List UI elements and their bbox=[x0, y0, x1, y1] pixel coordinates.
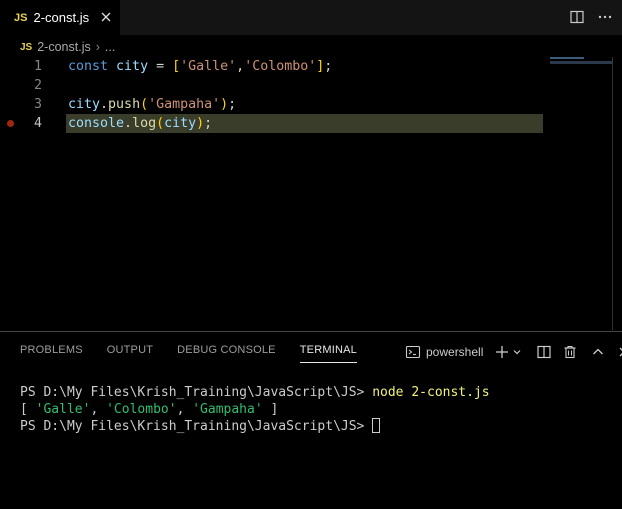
terminal-line: PS D:\My Files\Krish_Training\JavaScript… bbox=[20, 418, 490, 435]
panel-tabs: PROBLEMS OUTPUT DEBUG CONSOLE TERMINAL bbox=[20, 344, 381, 363]
tab-label: 2-const.js bbox=[33, 10, 90, 25]
terminal-line: PS D:\My Files\Krish_Training\JavaScript… bbox=[20, 385, 490, 400]
terminal-line: [ 'Galle', 'Colombo', 'Gampaha' ] bbox=[20, 402, 279, 417]
split-terminal-icon[interactable] bbox=[535, 343, 553, 361]
terminal-output[interactable]: PS D:\My Files\Krish_Training\JavaScript… bbox=[20, 384, 490, 435]
editor-actions bbox=[568, 8, 614, 26]
minimap-line bbox=[550, 57, 584, 59]
tab-2-const-js[interactable]: JS 2-const.js bbox=[0, 0, 120, 35]
tab-output[interactable]: OUTPUT bbox=[107, 344, 153, 363]
close-icon[interactable] bbox=[98, 9, 114, 25]
js-file-icon: JS bbox=[14, 11, 28, 24]
terminal-shell-selector[interactable]: powershell bbox=[426, 345, 483, 359]
code-text: const city = ['Galle','Colombo']; bbox=[68, 59, 333, 74]
breadcrumb-separator: › bbox=[95, 40, 100, 54]
editor-scrollbar[interactable] bbox=[612, 57, 613, 330]
terminal-icon bbox=[404, 343, 422, 361]
line-number: 2 bbox=[33, 78, 42, 93]
code-line: 1 const city = ['Galle','Colombo']; bbox=[0, 57, 612, 76]
breadcrumb: JS 2-const.js › ... bbox=[20, 38, 115, 56]
code-line-current: 4 console.log(city); bbox=[0, 114, 612, 133]
tab-terminal[interactable]: TERMINAL bbox=[299, 344, 357, 363]
panel-actions: powershell bbox=[404, 343, 622, 361]
tab-bar: JS 2-const.js bbox=[0, 0, 622, 35]
code-line: 2 bbox=[0, 76, 612, 95]
code-line: 3 city.push('Gampaha'); bbox=[0, 95, 612, 114]
bottom-panel: PROBLEMS OUTPUT DEBUG CONSOLE TERMINAL p… bbox=[0, 331, 622, 509]
line-number: 1 bbox=[33, 59, 42, 74]
line-number: 3 bbox=[33, 97, 42, 112]
tab-debug-console[interactable]: DEBUG CONSOLE bbox=[177, 344, 276, 363]
terminal-cursor bbox=[372, 418, 381, 433]
line-number: 4 bbox=[33, 116, 42, 131]
breadcrumb-more[interactable]: ... bbox=[105, 40, 115, 54]
trash-icon[interactable] bbox=[561, 343, 579, 361]
close-panel-icon[interactable] bbox=[615, 343, 622, 361]
chevron-up-icon[interactable] bbox=[589, 343, 607, 361]
tab-problems[interactable]: PROBLEMS bbox=[20, 344, 83, 363]
minimap[interactable] bbox=[550, 57, 612, 67]
code-text: console.log(city); bbox=[68, 116, 213, 131]
code-text: city.push('Gampaha'); bbox=[68, 97, 237, 112]
code-editor[interactable]: 1 const city = ['Galle','Colombo']; 2 3 … bbox=[0, 57, 612, 330]
split-editor-icon[interactable] bbox=[568, 8, 586, 26]
js-file-icon: JS bbox=[20, 41, 33, 53]
plus-icon[interactable] bbox=[493, 343, 511, 361]
minimap-slider[interactable] bbox=[550, 61, 612, 64]
more-icon[interactable] bbox=[596, 8, 614, 26]
breadcrumb-file[interactable]: 2-const.js bbox=[37, 40, 91, 54]
chevron-down-icon[interactable] bbox=[511, 343, 523, 361]
